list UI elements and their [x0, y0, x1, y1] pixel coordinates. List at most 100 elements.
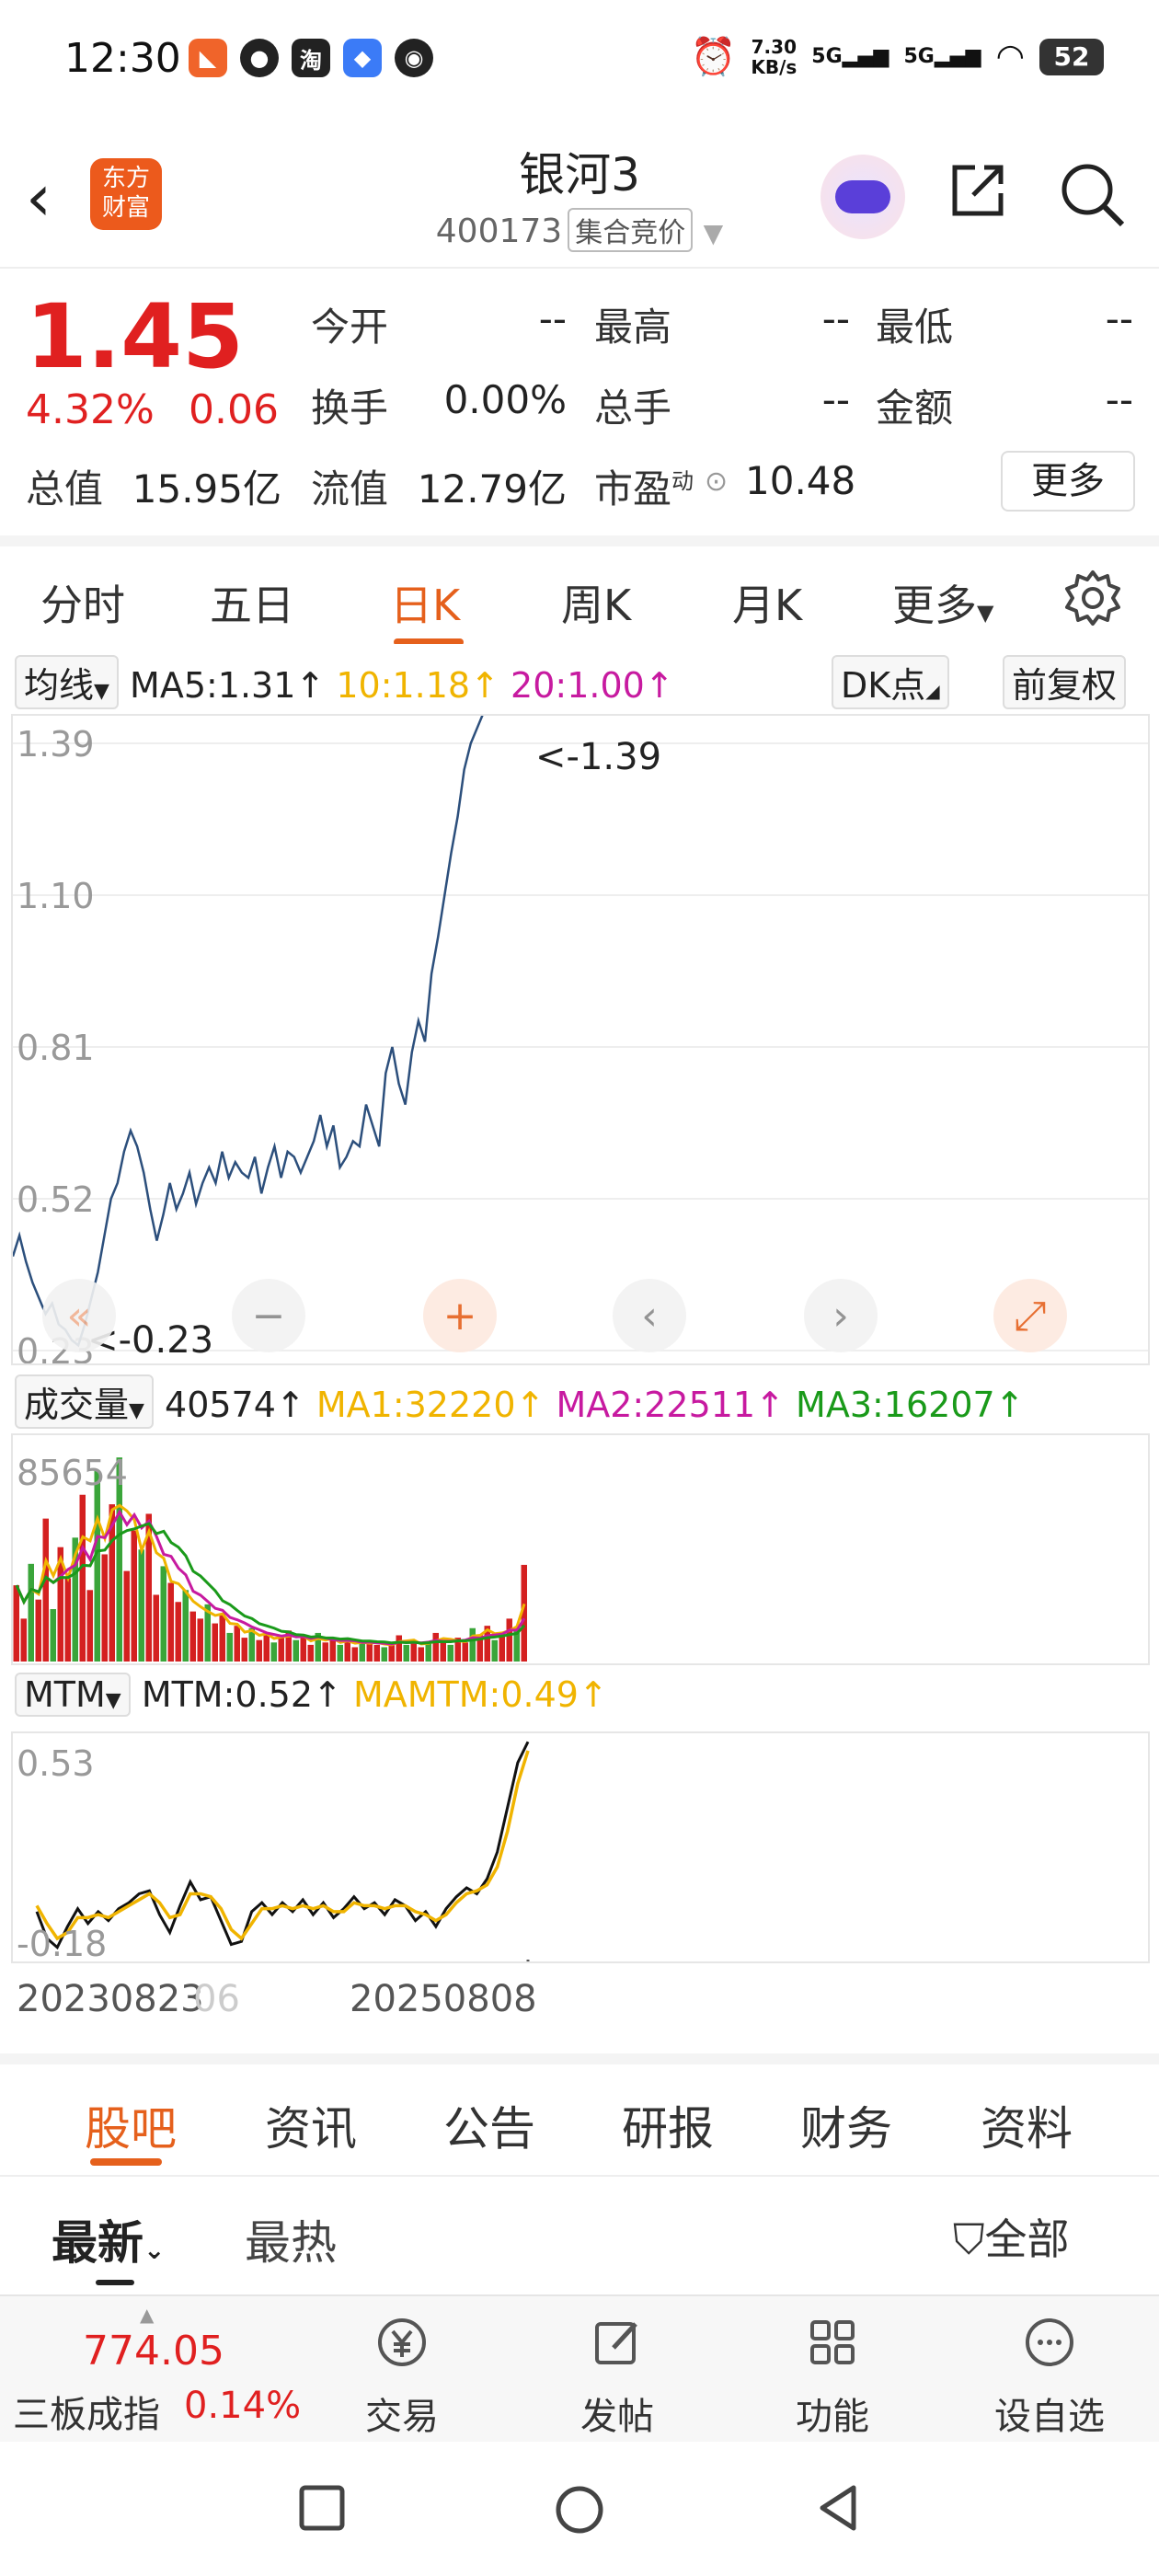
last-price: 1.45 [26, 285, 244, 388]
adjust-selector[interactable]: 前复权 [1003, 655, 1127, 709]
tab-announcements[interactable]: 公告 [443, 2092, 535, 2158]
float-cap-label: 流值 [311, 466, 389, 512]
tab-intraday[interactable]: 分时 [40, 572, 125, 633]
clock: 12:30 [64, 35, 181, 82]
turnover-rate-value: 0.00% [443, 377, 567, 422]
price-chart-svg: 1.391.100.810.520.23<-1.39<-0.23 [13, 716, 1148, 1363]
volume-bar [79, 1494, 86, 1662]
volume-bar [189, 1611, 196, 1662]
stock-header: ‹ 东方 财富 银河3 400173 集合竞价 ▼ [0, 129, 1159, 269]
volume-bar [226, 1632, 233, 1662]
volume-chart-frame[interactable]: 85654 [11, 1433, 1150, 1665]
scroll-left-fast-icon[interactable]: « [42, 1279, 116, 1352]
pe-label: 市盈动 [594, 466, 694, 512]
index-name[interactable]: 三板成指 [13, 2385, 160, 2438]
ma10-value: 10:1.18 [336, 665, 471, 706]
sort-hottest[interactable]: 最热 [245, 2206, 337, 2272]
tab-daily-k[interactable]: 日K [390, 572, 460, 633]
info-icon[interactable]: ⊙ [705, 466, 728, 498]
filter-button[interactable]: ⛉全部 [953, 2206, 1070, 2267]
share-icon[interactable] [947, 160, 1008, 221]
volume-bar [13, 1585, 19, 1662]
volume-bar [351, 1647, 358, 1662]
high-label: 最高 [594, 305, 672, 350]
search-icon[interactable] [1058, 160, 1126, 228]
volume-bar [329, 1639, 336, 1662]
nav-trade[interactable]: 交易 [333, 2315, 471, 2440]
ai-assistant-icon[interactable] [820, 155, 905, 239]
tab-monthly-k[interactable]: 月K [732, 572, 802, 633]
volume-bar [101, 1554, 108, 1662]
taobao-icon: 淘 [292, 39, 330, 77]
volume-bar [64, 1578, 71, 1662]
volume-bar [86, 1590, 93, 1662]
chat-icon: ◉ [395, 39, 433, 77]
kline-chart-area: 均线▼ MA5:1.31↑ 10:1.18↑ 20:1.00↑ DK点◢ 前复权… [0, 644, 1159, 2052]
volume-bar [469, 1627, 476, 1662]
volume-bar [167, 1582, 174, 1662]
more-button[interactable]: 更多 [1001, 451, 1135, 512]
ma5-value: MA5:1.31 [130, 665, 296, 706]
edit-icon [595, 2322, 637, 2364]
volume-bar [307, 1644, 314, 1662]
index-change: 0.14% [184, 2385, 302, 2427]
volume-bar [160, 1566, 166, 1662]
grid-icon [810, 2320, 855, 2364]
vol-ma2: MA2:22511 [556, 1385, 756, 1425]
volume-indicator-bar: 成交量▼ 40574↑ MA1:32220↑ MA2:22511↑ MA3:16… [15, 1374, 1025, 1429]
tab-five-day[interactable]: 五日 [210, 572, 294, 633]
nav-functions[interactable]: 功能 [763, 2315, 901, 2440]
change-percent: 4.32% [26, 386, 155, 433]
volume-bar [138, 1549, 144, 1662]
nav-add-watchlist[interactable]: 设自选 [981, 2315, 1119, 2440]
zoom-out-icon[interactable]: − [232, 1279, 305, 1352]
mtm-selector[interactable]: MTM▼ [15, 1673, 131, 1717]
home-icon[interactable] [552, 2482, 607, 2537]
volume-bar [219, 1614, 225, 1662]
chevron-down-icon: ⌄ [143, 2235, 166, 2265]
scroll-right-icon[interactable]: › [804, 1279, 878, 1352]
volume-bar [440, 1639, 446, 1662]
zoom-in-icon[interactable]: + [423, 1279, 497, 1352]
tab-finance[interactable]: 财务 [800, 2092, 892, 2158]
tab-more[interactable]: 更多▼ [892, 572, 993, 633]
volume-bar [197, 1618, 203, 1662]
change-amount: 0.06 [189, 386, 279, 433]
mtm-indicator-bar: MTM▼ MTM:0.52↑ MAMTM:0.49↑ [15, 1673, 608, 1717]
volume-bar [396, 1635, 402, 1662]
recent-apps-icon[interactable] [296, 2482, 348, 2534]
back-nav-icon[interactable] [813, 2482, 865, 2534]
sort-newest[interactable]: 最新⌄ [52, 2206, 165, 2272]
sort-underline [96, 2280, 134, 2285]
ma-selector[interactable]: 均线▼ [15, 655, 119, 709]
app-notification-icon: ◣ [189, 39, 227, 77]
system-nav-bar [0, 2442, 1159, 2576]
dk-point-toggle[interactable]: DK点◢ [832, 655, 949, 709]
volume-y-tick-label: 85654 [17, 1453, 128, 1493]
volume-bar [506, 1618, 512, 1662]
tab-research[interactable]: 研报 [622, 2092, 714, 2158]
mtm-value: MTM:0.52 [141, 1674, 314, 1715]
volume-selector[interactable]: 成交量▼ [15, 1374, 154, 1429]
price-chart-frame[interactable]: 1.39 1.10 0.81 0.52 0.23 <-1.39 <-0.23 [11, 714, 1150, 1365]
tab-weekly-k[interactable]: 周K [561, 572, 631, 633]
volume-bar [94, 1470, 100, 1662]
mtm-y-tick-label: -0.18 [17, 1924, 107, 1961]
tab-news[interactable]: 资讯 [265, 2092, 357, 2158]
volume-bar [175, 1602, 181, 1662]
index-value[interactable]: 774.05 [83, 2328, 224, 2375]
scroll-left-icon[interactable]: ‹ [613, 1279, 686, 1352]
x-tick-start: 20230823 [17, 1978, 204, 2020]
mtm-y-tick-label: 0.53 [17, 1743, 95, 1784]
mtm-chart-frame[interactable]: 0.53 -0.18 [11, 1731, 1150, 1963]
tab-profile[interactable]: 资料 [981, 2092, 1073, 2158]
nav-post[interactable]: 发帖 [548, 2315, 686, 2440]
fullscreen-icon[interactable]: ⤢ [993, 1279, 1067, 1352]
volume-bar [50, 1609, 56, 1662]
auction-badge: 集合竞价 [568, 208, 694, 252]
turnover-rate-label: 换手 [311, 385, 389, 431]
max-price-annotation: <-1.39 [535, 736, 661, 778]
filter-icon: ⛉ [953, 2214, 985, 2264]
tab-guba[interactable]: 股吧 [85, 2092, 177, 2158]
settings-gear-icon[interactable] [1063, 569, 1122, 627]
